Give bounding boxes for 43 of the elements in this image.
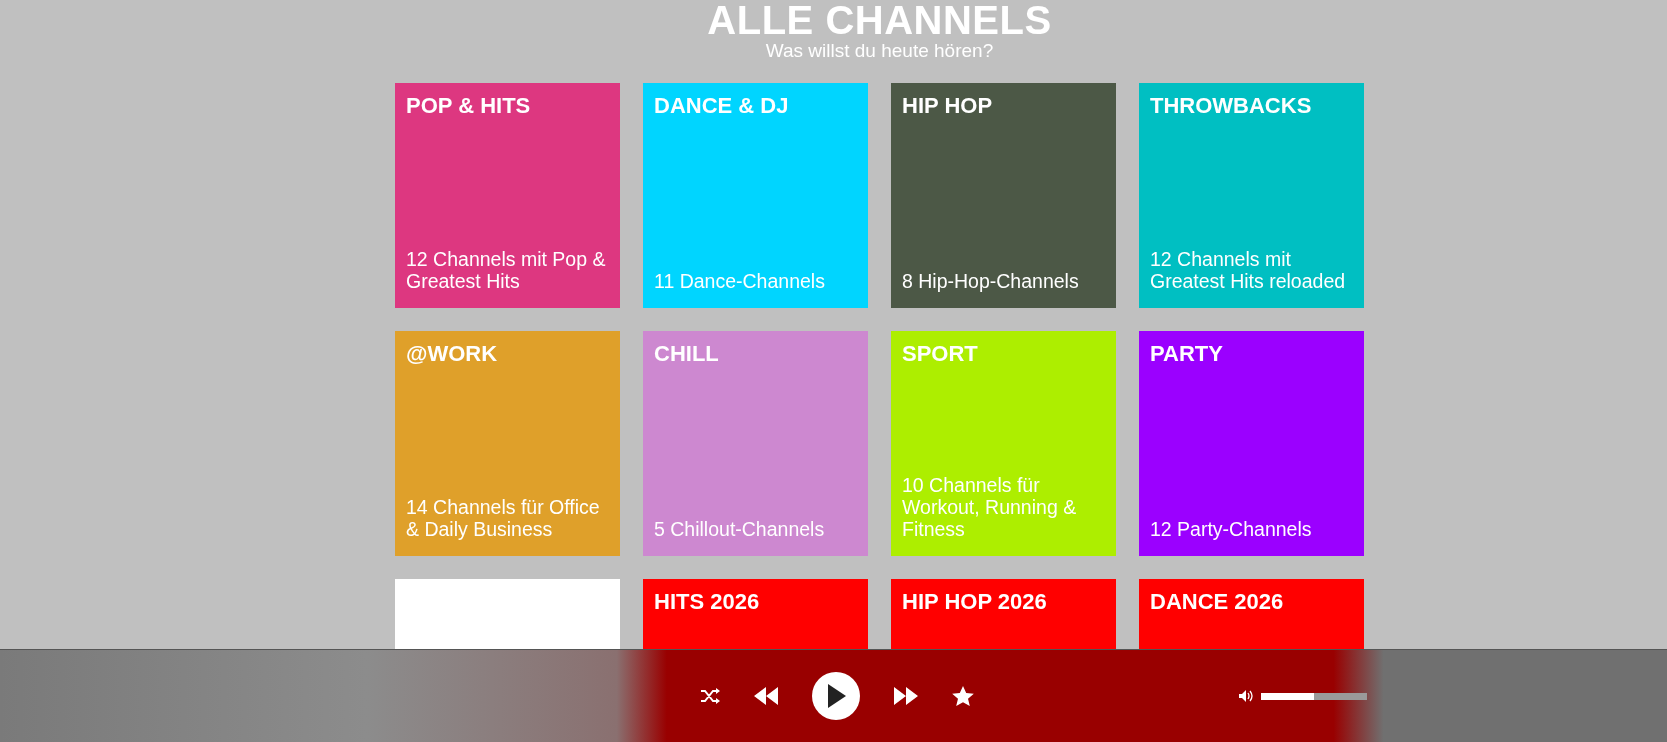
channel-name: DANCE & DJ: [654, 93, 790, 119]
channel-name: HITS 2026: [654, 589, 761, 615]
channel-tile[interactable]: HIP HOP 2026: [891, 579, 1116, 650]
channel-name: POP & HITS: [406, 93, 532, 119]
channel-description: 12 Channels mit Greatest Hits reloaded: [1150, 248, 1347, 292]
channel-name: CHILL: [654, 341, 720, 367]
channel-description: 12 Channels mit Pop & Greatest Hits: [406, 248, 607, 292]
favorite-button[interactable]: [951, 685, 974, 707]
page-subtitle: Was willst du heute hören?: [765, 40, 994, 62]
channel-tile[interactable]: DANCE 2026: [1139, 579, 1364, 650]
channel-name: SPORT: [902, 341, 979, 367]
channel-name: DANCE 2026: [1150, 589, 1285, 615]
play-button[interactable]: [811, 672, 860, 720]
channel-name: @WORK: [406, 341, 499, 367]
star-icon: [951, 685, 974, 707]
play-icon: [825, 684, 846, 708]
channel-tile[interactable]: [395, 579, 620, 650]
fast-forward-icon: [893, 687, 918, 705]
channel-description: 11 Dance-Channels: [654, 270, 826, 292]
channel-description: 5 Chillout-Channels: [654, 518, 826, 540]
channel-description: 8 Hip-Hop-Channels: [902, 270, 1080, 292]
volume-slider[interactable]: [1261, 692, 1367, 700]
channel-name: HIP HOP 2026: [902, 589, 1048, 615]
channel-tile[interactable]: POP & HITS 12 Channels mit Pop & Greatest Hits: [395, 83, 620, 308]
channel-tile[interactable]: CHILL 5 Chillout-Channels: [643, 331, 868, 556]
page-title: ALLE CHANNELS: [707, 0, 1052, 40]
channel-tile[interactable]: HITS 2026: [643, 579, 868, 650]
shuffle-icon: [699, 687, 720, 705]
channel-name: THROWBACKS: [1150, 93, 1313, 119]
channel-tile[interactable]: HIP HOP 8 Hip-Hop-Channels: [891, 83, 1116, 308]
fast-forward-button[interactable]: [893, 687, 918, 705]
rewind-button[interactable]: [753, 687, 778, 705]
channel-name: PARTY: [1150, 341, 1224, 367]
shuffle-button[interactable]: [699, 687, 720, 705]
channel-description: 14 Channels für Office & Daily Business: [406, 496, 601, 540]
channel-tile[interactable]: THROWBACKS 12 Channels mit Greatest Hits reloaded: [1139, 83, 1364, 308]
channel-tile[interactable]: PARTY 12 Party-Channels: [1139, 331, 1364, 556]
channel-description: 12 Party-Channels: [1150, 518, 1313, 540]
channel-name: HIP HOP: [902, 93, 994, 119]
channel-description: 10 Channels für Workout, Running & Fitness: [902, 474, 1078, 540]
speaker-icon: [1239, 690, 1253, 702]
channel-tile[interactable]: @WORK 14 Channels für Office & Daily Business: [395, 331, 620, 556]
rewind-icon: [753, 687, 778, 705]
